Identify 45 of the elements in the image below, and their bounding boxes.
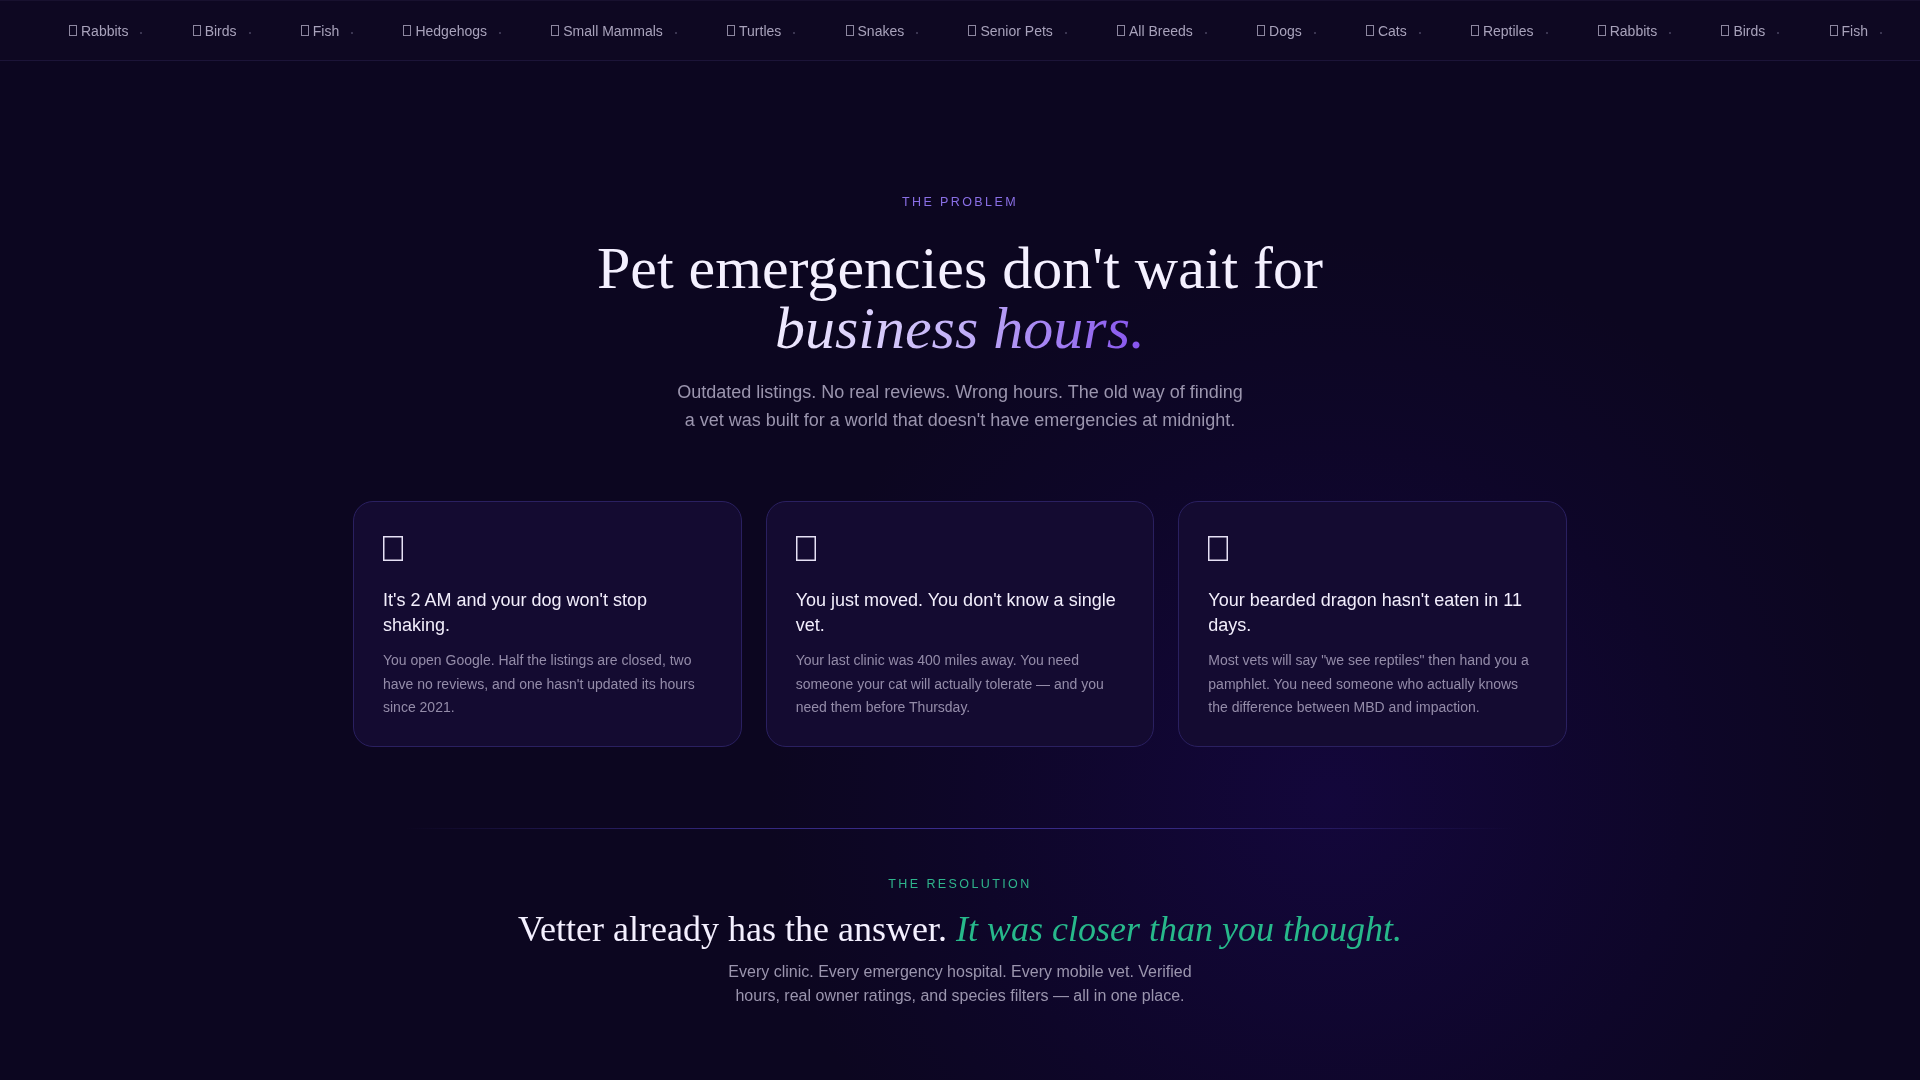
card-text: You open Google. Half the listings are closed, two have no reviews, and one hasn't updated its hours since 2021. (383, 651, 696, 717)
species-label: Birds (1733, 21, 1766, 40)
species-label: Rabbits (1609, 21, 1658, 40)
species-label: Small Mammals (563, 21, 663, 40)
species-label: Fish (1841, 21, 1868, 40)
species-label: Birds (204, 21, 237, 40)
empty-box-icon (1829, 25, 1838, 36)
card-title: Your bearded dragon hasn't eaten in 11 days. (1208, 589, 1524, 637)
empty-box-icon (968, 25, 977, 36)
empty-box-icon (551, 25, 560, 36)
card-text: Your last clinic was 400 miles away. You need someone your cat will actually tolerate — and you need them before Thursday. (795, 651, 1105, 717)
species-label: Snakes (857, 21, 905, 40)
section-lead: Outdated listings. No real reviews. Wrong hours. The old way of finding a vet was built for a world that doesn't have emergencies at midnight. (676, 381, 1244, 432)
empty-box-icon (1597, 25, 1606, 36)
empty-box-icon (69, 25, 77, 36)
card-title: It's 2 AM and your dog won't stop shaking. (383, 589, 649, 637)
empty-box-icon (1257, 25, 1266, 36)
section-heading: Pet emergencies don't wait for business hours. (595, 238, 1325, 358)
card-text: Most vets will say "we see reptiles" then hand you a pamphlet. You need someone who actually knows the difference between MBD and impaction. (1208, 651, 1530, 717)
species-label: Senior Pets (980, 21, 1053, 40)
species-label: Rabbits (81, 21, 129, 40)
species-label: All Breeds (1129, 21, 1193, 40)
section-eyebrow: THE RESOLUTION (888, 876, 1032, 892)
empty-box-icon (1365, 25, 1374, 36)
species-label: Reptiles (1482, 21, 1534, 40)
species-label: Fish (312, 21, 340, 40)
card-title: You just moved. You don't know a single vet. (795, 589, 1117, 637)
empty-box-icon (192, 25, 201, 36)
section-heading: Vetter already has the answer. It was closer than you thought. (518, 908, 1402, 951)
section-eyebrow: THE PROBLEM (902, 194, 1018, 210)
empty-box-icon (403, 25, 412, 36)
empty-box-icon (1117, 25, 1125, 36)
empty-box-icon (845, 25, 854, 36)
species-label: Hedgehogs (415, 21, 488, 40)
empty-box-icon (1208, 536, 1229, 561)
empty-box-icon (727, 25, 736, 36)
empty-box-icon (300, 25, 309, 36)
section-lead: Every clinic. Every emergency hospital. Every mobile vet. Verified hours, real owner ratings, and species filters — all in one place. (727, 962, 1193, 1006)
empty-box-icon (795, 536, 816, 561)
species-label: Turtles (739, 21, 782, 40)
species-label: Cats (1377, 21, 1407, 40)
species-label: Dogs (1269, 21, 1302, 40)
empty-box-icon (1470, 25, 1479, 36)
empty-box-icon (383, 536, 403, 561)
empty-box-icon (1721, 25, 1730, 36)
